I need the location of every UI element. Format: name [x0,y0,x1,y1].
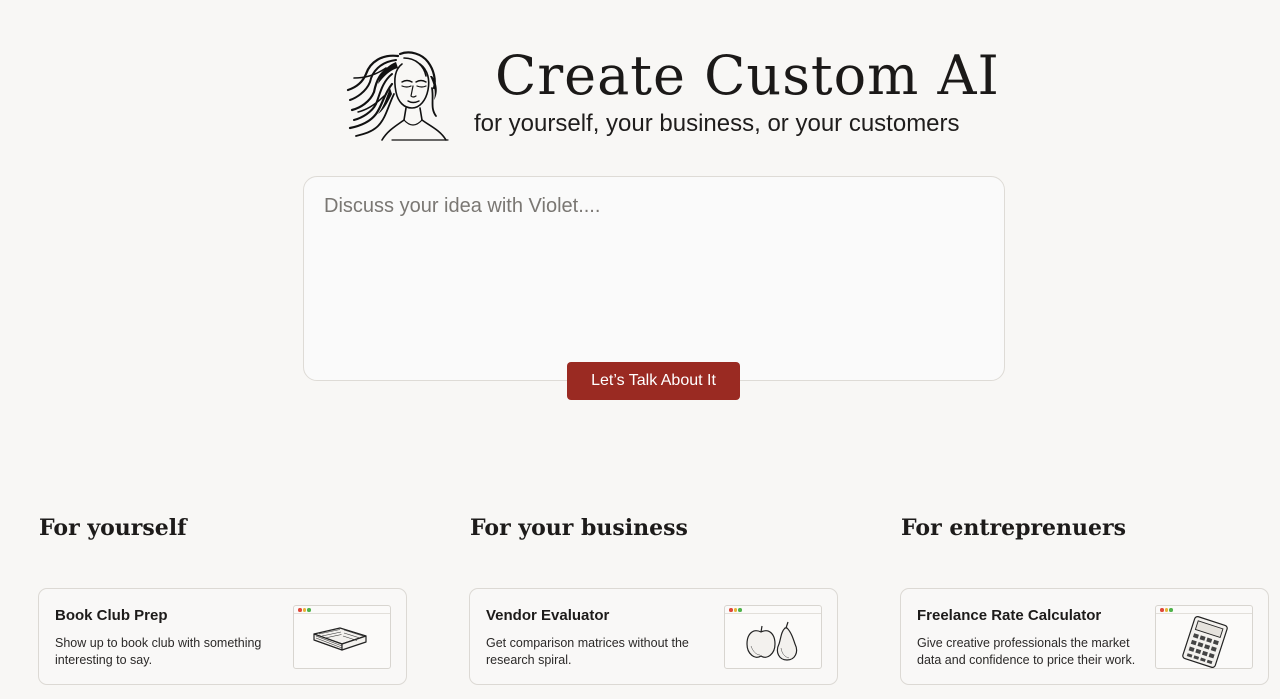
apple-pear-icon [746,621,798,661]
open-book-icon [313,627,367,651]
lets-talk-button[interactable]: Let’s Talk About It [567,362,740,400]
section-heading-yourself: For yourself [39,515,187,541]
card-description: Give creative professionals the market d… [917,636,1136,667]
idea-prompt-box [303,176,1005,381]
section-heading-business: For your business [470,515,688,541]
page-title: Create Custom AI [495,44,1000,107]
window-dot-yellow [733,608,737,612]
card-thumbnail [1155,605,1253,669]
idea-input[interactable] [324,195,984,335]
window-dot-green [738,608,742,612]
window-dot-yellow [302,608,306,612]
card-description: Show up to book club with something inte… [55,636,262,667]
window-dot-red [1160,608,1164,612]
card-description: Get comparison matrices without the rese… [486,636,689,667]
card-thumbnail [293,605,391,669]
card-vendor-evaluator[interactable]: Vendor Evaluator Get comparison matrices… [469,588,838,685]
calculator-icon [1182,616,1228,668]
card-freelance-rate-calculator[interactable]: Freelance Rate Calculator Give creative … [900,588,1269,685]
card-title: Vendor Evaluator [486,607,610,624]
page-subtitle: for yourself, your business, or your cus… [474,110,960,137]
window-dot-green [1169,608,1173,612]
window-dot-red [729,608,733,612]
card-thumbnail [724,605,822,669]
card-title: Book Club Prep [55,607,168,624]
section-heading-entrepreneurs: For entreprenuers [901,515,1127,541]
window-dot-red [298,608,302,612]
window-bar [1156,606,1252,614]
woman-face-sketch-icon [346,51,449,141]
window-bar [294,606,390,614]
page: Create Custom AI for yourself, your busi… [0,0,1280,699]
window-bar [725,606,821,614]
window-dot-green [307,608,311,612]
window-dot-yellow [1164,608,1168,612]
card-title: Freelance Rate Calculator [917,607,1102,624]
card-book-club-prep[interactable]: Book Club Prep Show up to book club with… [38,588,407,685]
